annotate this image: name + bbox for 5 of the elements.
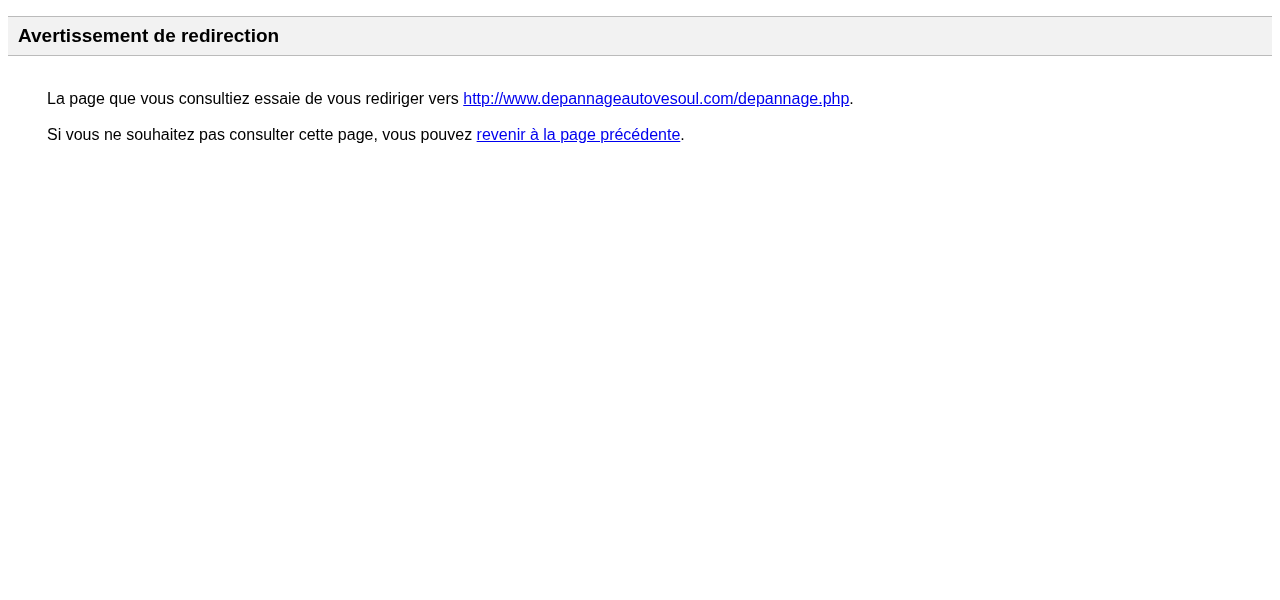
message-text: La page que vous consultiez essaie de vous rediriger vers http://www.depannageautovesoul.com/depannage.php.	[47, 89, 855, 109]
page-title: Avertissement de redirection	[18, 23, 280, 48]
message-text: Si vous ne souhaitez pas consulter cette page, vous pouvez revenir à la page précédente.	[47, 125, 686, 145]
link[interactable]: revenir à la page précédente	[476, 126, 681, 143]
link[interactable]: http://www.depannageautovesoul.com/depannage.php	[463, 90, 850, 107]
